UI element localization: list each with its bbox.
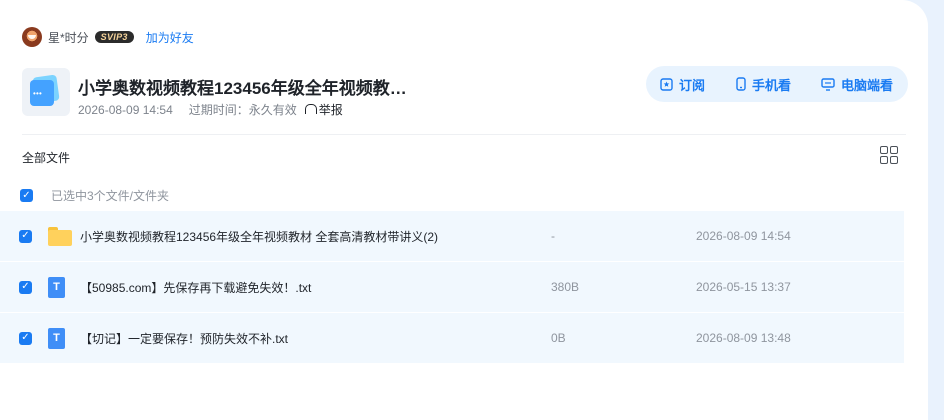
selection-count: 已选中3个文件/文件夹 (51, 189, 170, 203)
text-file-icon: T (48, 327, 65, 349)
file-date: 2026-05-15 13:37 (696, 280, 791, 294)
share-meta: 2026-08-09 14:54 过期时间： 永久有效 举报 (78, 101, 343, 118)
file-size: - (551, 229, 555, 243)
file-row[interactable]: ✓ T 【50985.com】先保存再下载避免失效！.txt 380B 2026… (0, 262, 904, 312)
row-checkbox[interactable]: ✓ (19, 331, 32, 345)
file-size: 380B (551, 280, 580, 294)
mobile-view-button[interactable]: 手机看 (736, 75, 791, 94)
subscribe-button[interactable]: 订阅 (660, 75, 705, 94)
share-title: 小学奥数视频教程123456年级全年视频教… (78, 79, 407, 98)
select-all-checkbox[interactable]: ✓ (20, 189, 33, 202)
sharer-info: 星*时分 SVIP3 加为好友 (22, 27, 194, 47)
monitor-icon (821, 77, 835, 91)
vip-badge: SVIP3 (94, 31, 134, 43)
file-name[interactable]: 【切记】一定要保存！预防失效不补.txt (80, 330, 288, 347)
file-row[interactable]: ✓ T 【切记】一定要保存！预防失效不补.txt 0B 2026-08-09 1… (0, 313, 904, 363)
grid-view-icon[interactable] (880, 146, 898, 164)
file-name[interactable]: 小学奥数视频教程123456年级全年视频教材 全套高清教材带讲义(2) (80, 228, 438, 245)
divider (22, 134, 906, 135)
sharer-name: 星*时分 (48, 30, 89, 45)
file-row[interactable]: ✓ 小学奥数视频教程123456年级全年视频教材 全套高清教材带讲义(2) - … (0, 211, 904, 261)
pc-view-button[interactable]: 电脑端看 (821, 75, 893, 94)
report-button[interactable]: 举报 (304, 101, 343, 118)
report-label: 举报 (318, 103, 343, 117)
folder-icon (48, 226, 72, 246)
expire-label: 过期时间： (188, 103, 249, 117)
subscribe-label: 订阅 (679, 77, 706, 93)
avatar[interactable] (22, 27, 42, 47)
file-date: 2026-08-09 14:54 (696, 229, 791, 243)
share-created-date: 2026-08-09 14:54 (78, 102, 173, 117)
phone-icon (736, 77, 746, 91)
file-size: 0B (551, 331, 566, 345)
subscribe-icon (660, 77, 673, 91)
breadcrumb-all-files[interactable]: 全部文件 (22, 149, 70, 166)
row-checkbox[interactable]: ✓ (19, 229, 32, 243)
file-date: 2026-08-09 13:48 (696, 331, 791, 345)
file-name[interactable]: 【50985.com】先保存再下载避免失效！.txt (80, 279, 311, 296)
row-checkbox[interactable]: ✓ (19, 280, 32, 294)
view-actions: 订阅 手机看 电脑端看 (646, 66, 908, 102)
pc-view-label: 电脑端看 (841, 77, 894, 93)
mobile-view-label: 手机看 (752, 77, 792, 93)
text-file-icon: T (48, 276, 65, 298)
select-all-row: ✓ 已选中3个文件/文件夹 (20, 187, 169, 204)
expire-value: 永久有效 (248, 103, 297, 117)
share-folder-icon (22, 68, 70, 116)
share-card: 星*时分 SVIP3 加为好友 小学奥数视频教程123456年级全年视频教… 2… (0, 0, 928, 420)
alarm-icon (304, 103, 317, 114)
add-friend-link[interactable]: 加为好友 (146, 29, 194, 46)
